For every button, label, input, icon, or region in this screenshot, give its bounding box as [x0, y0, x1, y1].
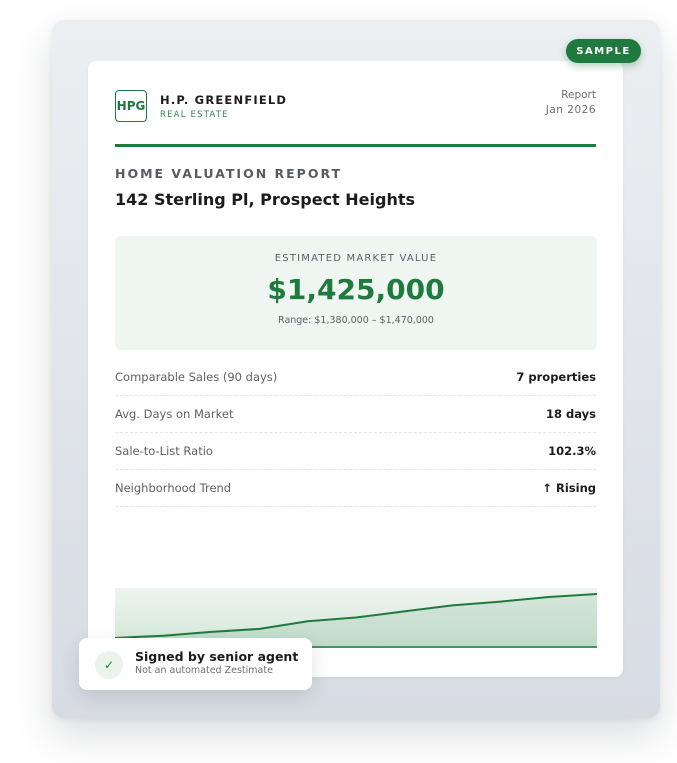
stat-label: Neighborhood Trend: [115, 481, 232, 495]
estimated-value-label: ESTIMATED MARKET VALUE: [274, 253, 438, 264]
signed-title: Signed by senior agent: [135, 649, 299, 664]
report-date: Jan 2026: [545, 104, 596, 116]
header-divider: [115, 144, 596, 147]
signed-by-agent-badge: ✓ Signed by senior agent Not an automate…: [79, 638, 312, 690]
stat-value: 7 properties: [516, 370, 596, 384]
valuation-report-card: HPG H.P. GREENFIELD REAL ESTATE Report J…: [88, 61, 623, 677]
stat-row-days-on-market: Avg. Days on Market 18 days: [115, 396, 596, 433]
brand-subtitle: REAL ESTATE: [160, 110, 229, 120]
sample-badge: SAMPLE: [566, 39, 641, 63]
stats-list: Comparable Sales (90 days) 7 properties …: [115, 359, 596, 507]
report-label: Report: [561, 89, 596, 101]
property-address: 142 Sterling Pl, Prospect Heights: [115, 190, 416, 209]
stat-label: Comparable Sales (90 days): [115, 370, 278, 384]
report-title: HOME VALUATION REPORT: [115, 166, 343, 181]
stat-value: 102.3%: [548, 444, 596, 458]
stat-row-comparable-sales: Comparable Sales (90 days) 7 properties: [115, 359, 596, 396]
estimated-value-range: Range: $1,380,000 – $1,470,000: [278, 315, 434, 326]
stat-value: ↑ Rising: [542, 481, 596, 495]
estimated-value-amount: $1,425,000: [267, 273, 445, 306]
stat-label: Avg. Days on Market: [115, 407, 234, 421]
stat-row-sale-to-list: Sale-to-List Ratio 102.3%: [115, 433, 596, 470]
check-icon: ✓: [95, 651, 123, 679]
stat-row-neighborhood-trend: Neighborhood Trend ↑ Rising: [115, 470, 596, 507]
stat-label: Sale-to-List Ratio: [115, 444, 213, 458]
brand-logo: HPG: [115, 90, 147, 122]
stat-value: 18 days: [546, 407, 596, 421]
signed-subtitle: Not an automated Zestimate: [135, 665, 273, 676]
estimated-value-panel: ESTIMATED MARKET VALUE $1,425,000 Range:…: [115, 236, 597, 350]
brand-name: H.P. GREENFIELD: [160, 93, 288, 107]
